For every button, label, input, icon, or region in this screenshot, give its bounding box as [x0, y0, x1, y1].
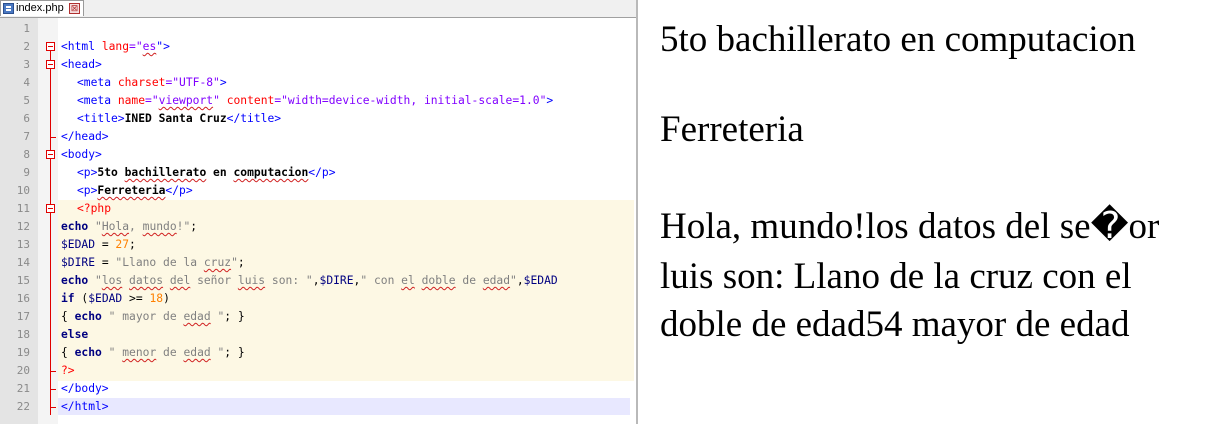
line-number: 18 [16, 328, 30, 341]
line-number: 2 [23, 40, 30, 53]
line-number: 8 [23, 148, 30, 161]
code-line: 8 <body> [0, 146, 636, 164]
line-number: 10 [16, 184, 30, 197]
line-number: 20 [16, 364, 30, 377]
line-number: 21 [16, 382, 30, 395]
line-number: 9 [23, 166, 30, 179]
line-number: 12 [16, 220, 30, 233]
close-tab-icon[interactable]: ⊠ [69, 3, 80, 14]
code-line: 18 else [0, 326, 636, 344]
code-line: 14 $DIRE = "Llano de la cruz"; [0, 254, 636, 272]
code-line: 12 echo "Hola, mundo!"; [0, 218, 636, 236]
line-number: 14 [16, 256, 30, 269]
code-line: 1 [0, 20, 636, 38]
code-line: 19{ echo " menor de edad "; } [0, 344, 636, 362]
code-line: 20 ?> [0, 362, 636, 380]
line-number: 4 [23, 76, 30, 89]
line-number: 19 [16, 346, 30, 359]
output-paragraph-php-line3: doble de edad54 mayor de edad [660, 304, 1130, 345]
output-paragraph-store: Ferreteria [660, 109, 804, 150]
tab-index-php[interactable]: index.php ⊠ [0, 0, 84, 16]
output-paragraph-php-line1: Hola, mundo!los datos del se�or [660, 206, 1160, 247]
line-number: 3 [23, 58, 30, 71]
tab-bar: index.php ⊠ [0, 0, 636, 18]
code-line: 9 <p>5to bachillerato en computacion</p> [0, 164, 636, 182]
line-number: 1 [23, 22, 30, 35]
line-number: 11 [16, 202, 30, 215]
code-line: 3 <head> [0, 56, 636, 74]
line-number: 6 [23, 112, 30, 125]
line-number: 15 [16, 274, 30, 287]
code-line: 15 echo "los datos del señor luis son: ",… [0, 272, 636, 290]
code-line: 13 $EDAD = 27; [0, 236, 636, 254]
file-icon [3, 3, 14, 14]
code-line: 6 <title>INED Santa Cruz</title> [0, 110, 636, 128]
line-number: 7 [23, 130, 30, 143]
code-line: 10 <p>Ferreteria</p> [0, 182, 636, 200]
browser-output-pane: 5to bachillerato en computacion Ferreter… [638, 0, 1229, 424]
code-line: 17{ echo " mayor de edad "; } [0, 308, 636, 326]
line-number: 17 [16, 310, 30, 323]
code-line: 16 if ($EDAD >= 18) [0, 290, 636, 308]
line-number: 22 [16, 400, 30, 413]
code-line: 11 <?php [0, 200, 636, 218]
code-line: 5 <meta name="viewport" content="width=de… [0, 92, 636, 110]
line-number: 5 [23, 94, 30, 107]
code-line: 21 </body> [0, 380, 636, 398]
code-line: 4 <meta charset="UTF-8"> [0, 74, 636, 92]
code-line: 22 </html> [0, 398, 636, 416]
output-paragraph-php-line2: luis son: Llano de la cruz con el [660, 256, 1132, 297]
code-line: 7 </head> [0, 128, 636, 146]
line-number: 16 [16, 292, 30, 305]
code-editor-pane[interactable]: index.php ⊠ 1 2 <html lang="es"> 3 <head> … [0, 0, 638, 424]
code-line: 2 <html lang="es"> [0, 38, 636, 56]
tab-title: index.php [16, 2, 64, 14]
line-number: 13 [16, 238, 30, 251]
output-paragraph-course: 5to bachillerato en computacion [660, 19, 1136, 60]
